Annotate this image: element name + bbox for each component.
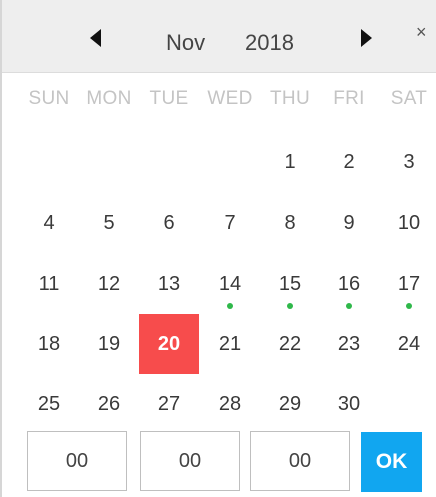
day-cell[interactable]: 11: [19, 254, 79, 314]
minutes-input[interactable]: 00: [140, 431, 240, 491]
day-number: 5: [103, 212, 115, 234]
event-dot-icon: [406, 303, 412, 309]
close-icon[interactable]: ×: [416, 22, 427, 42]
day-number: 14: [218, 273, 242, 295]
day-cell[interactable]: 26: [79, 374, 139, 434]
weekday-sat: SAT: [390, 88, 428, 109]
month-label[interactable]: Nov: [166, 30, 205, 56]
day-cell[interactable]: 18: [19, 314, 79, 374]
day-number: 6: [163, 212, 175, 234]
day-number: 2: [343, 151, 355, 173]
day-cell[interactable]: 10: [379, 193, 436, 253]
day-cell[interactable]: 7: [200, 193, 260, 253]
day-number: 3: [403, 151, 415, 173]
day-number: 24: [397, 333, 421, 355]
day-cell[interactable]: 16: [319, 254, 379, 314]
day-number: 30: [337, 393, 361, 415]
event-dot-icon: [287, 303, 293, 309]
day-number: 21: [218, 333, 242, 355]
day-number: 18: [37, 333, 61, 355]
day-cell[interactable]: 5: [79, 193, 139, 253]
previous-month-icon[interactable]: [85, 27, 105, 49]
day-cell[interactable]: 22: [260, 314, 320, 374]
weekday-fri: FRI: [333, 88, 365, 109]
day-number: 22: [278, 333, 302, 355]
weekday-mon: MON: [86, 88, 132, 109]
day-cell[interactable]: 3: [379, 132, 436, 192]
weekday-header-row: SUN MON TUE WED THU FRI SAT: [2, 88, 436, 118]
day-cell[interactable]: 24: [379, 314, 436, 374]
day-number: 12: [97, 273, 121, 295]
day-number: 16: [337, 273, 361, 295]
weekday-thu: THU: [270, 88, 310, 109]
day-cell[interactable]: 30: [319, 374, 379, 434]
day-number: 25: [37, 393, 61, 415]
day-cell[interactable]: 28: [200, 374, 260, 434]
weekday-sun: SUN: [28, 88, 70, 109]
event-dot-icon: [346, 303, 352, 309]
day-cell[interactable]: 23: [319, 314, 379, 374]
day-number: 9: [343, 212, 355, 234]
day-cell[interactable]: 8: [260, 193, 320, 253]
day-number: 11: [38, 273, 60, 295]
day-number: 17: [397, 273, 421, 295]
day-cell[interactable]: 19: [79, 314, 139, 374]
day-cell[interactable]: 21: [200, 314, 260, 374]
day-cell[interactable]: 9: [319, 193, 379, 253]
day-number: 4: [43, 212, 55, 234]
day-cell[interactable]: 12: [79, 254, 139, 314]
day-number: 27: [157, 393, 181, 415]
day-cell[interactable]: 17: [379, 254, 436, 314]
day-number: 15: [278, 273, 302, 295]
day-number: 23: [337, 333, 361, 355]
day-number: 20: [157, 333, 181, 355]
day-cell[interactable]: 15: [260, 254, 320, 314]
day-cell[interactable]: 25: [19, 374, 79, 434]
day-number: 13: [157, 273, 181, 295]
day-number: 7: [224, 212, 236, 234]
day-number: 28: [218, 393, 242, 415]
next-month-icon[interactable]: [357, 27, 377, 49]
day-number: 26: [97, 393, 121, 415]
day-number: 10: [397, 212, 421, 234]
day-cell[interactable]: 1: [260, 132, 320, 192]
day-cell[interactable]: 13: [139, 254, 199, 314]
selected-day-cell[interactable]: 20: [139, 314, 199, 374]
day-cell[interactable]: 4: [19, 193, 79, 253]
day-cell[interactable]: 14: [200, 254, 260, 314]
day-cell[interactable]: 6: [139, 193, 199, 253]
event-dot-icon: [227, 303, 233, 309]
day-cell[interactable]: 2: [319, 132, 379, 192]
year-label[interactable]: 2018: [245, 30, 294, 56]
day-number: 8: [284, 212, 296, 234]
day-cell[interactable]: 27: [139, 374, 199, 434]
hours-input[interactable]: 00: [27, 431, 127, 491]
ok-button[interactable]: OK: [361, 432, 422, 492]
weekday-tue: TUE: [149, 88, 189, 109]
day-number: 19: [97, 333, 121, 355]
weekday-wed: WED: [207, 88, 253, 109]
date-time-picker: Nov 2018 × SUN MON TUE WED THU FRI SAT 1234567…: [0, 0, 436, 497]
picker-header: Nov 2018 ×: [2, 0, 436, 73]
day-number: 1: [284, 151, 296, 173]
day-number: 29: [278, 393, 302, 415]
day-cell[interactable]: 29: [260, 374, 320, 434]
seconds-input[interactable]: 00: [250, 431, 350, 491]
